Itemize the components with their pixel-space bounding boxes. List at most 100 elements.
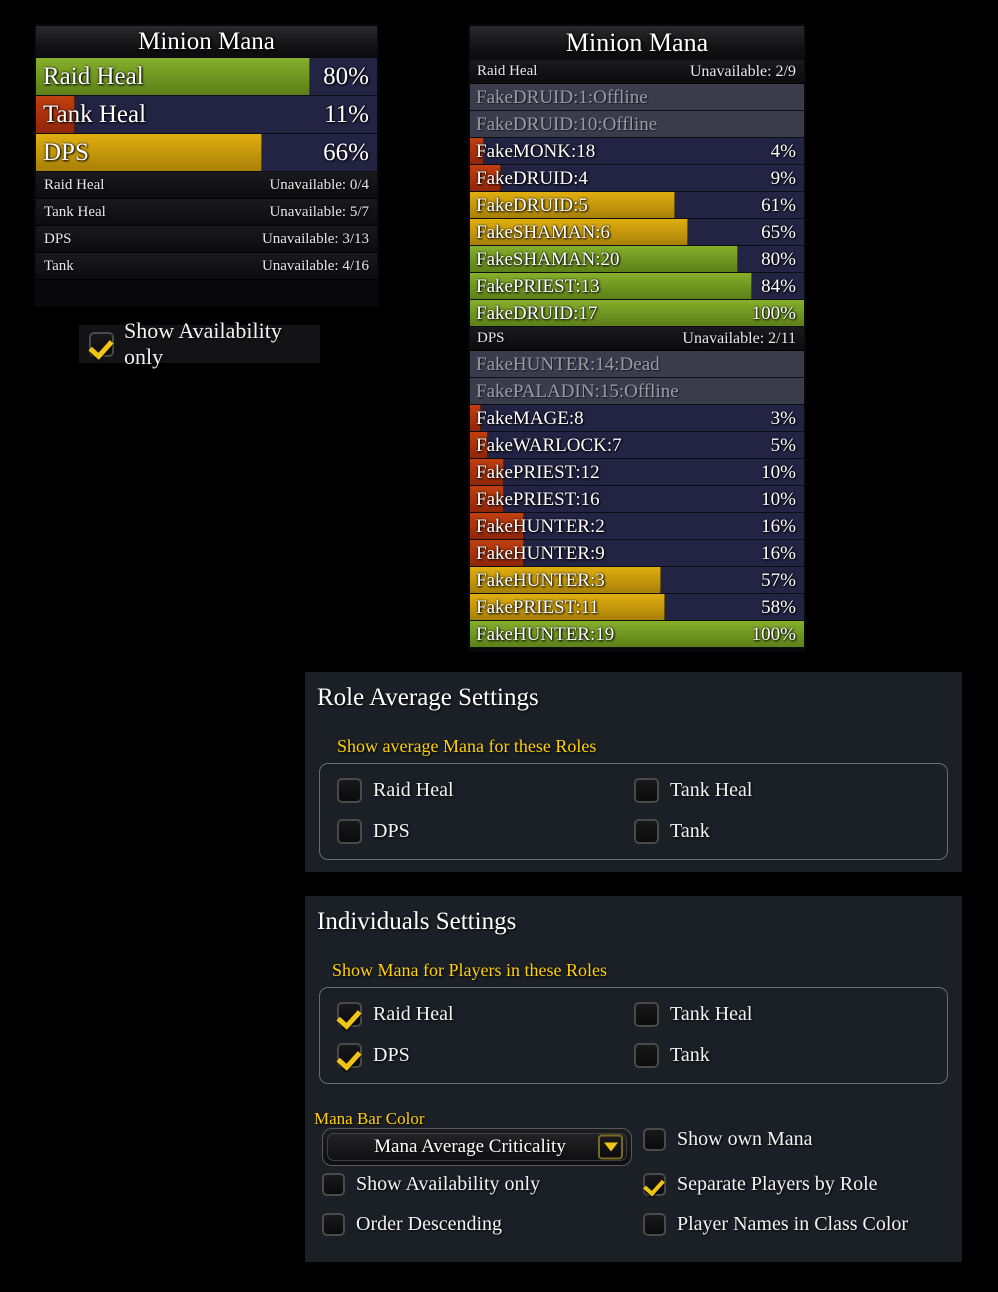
mana-bar-color-label: Mana Bar Color xyxy=(314,1109,425,1128)
role-unavailable: Raid Heal Unavailable: 0/4 xyxy=(36,172,377,199)
role-mana-bar-list: Raid Heal 80% Tank Heal 11% DPS 66% xyxy=(36,58,377,172)
role-unavailable-label: DPS xyxy=(44,231,72,247)
player-mana-window: Minion Mana Raid Heal Unavailable: 2/9 Fak… xyxy=(468,24,806,652)
role-mana-value: 11% xyxy=(324,101,369,128)
individuals-option-show-own-mana-checkbox[interactable] xyxy=(643,1128,666,1151)
role-average-dps-checkbox[interactable] xyxy=(337,819,362,844)
player-mana-label: FakeHUNTER:2 xyxy=(476,516,605,537)
player-mana-row[interactable]: FakeSHAMAN:6 65% xyxy=(470,219,804,246)
player-mana-value: 61% xyxy=(761,195,796,216)
player-mana-label: FakeSHAMAN:6 xyxy=(476,222,611,243)
player-mana-value: 5% xyxy=(770,435,796,456)
player-mana-value: 84% xyxy=(761,276,796,297)
role-average-dps-option[interactable]: DPS xyxy=(337,819,410,844)
role-unavailable-value: Unavailable: 0/4 xyxy=(269,177,369,193)
individuals-group-label: Show Mana for Players in these Roles xyxy=(332,960,607,980)
role-average-group-label: Show average Mana for these Roles xyxy=(337,736,597,756)
role-mana-row[interactable]: Raid Heal 80% xyxy=(36,58,377,96)
individuals-option-separate-players-by-role-option[interactable]: Separate Players by Role xyxy=(643,1173,878,1196)
role-average-raid-heal-label: Raid Heal xyxy=(373,779,454,801)
role-mana-row[interactable]: Tank Heal 11% xyxy=(36,96,377,134)
player-mana-label: FakeWARLOCK:7 xyxy=(476,435,622,456)
player-mana-value: 58% xyxy=(761,597,796,618)
mana-bar-color-selected-value: Mana Average Criticality xyxy=(374,1136,566,1157)
individuals-raid-heal-option[interactable]: Raid Heal xyxy=(337,1002,454,1027)
player-mana-row[interactable]: FakeHUNTER:9 16% xyxy=(470,540,804,567)
individuals-option-separate-players-by-role-checkbox[interactable] xyxy=(643,1173,666,1196)
player-mana-row[interactable]: FakeWARLOCK:7 5% xyxy=(470,432,804,459)
individuals-tank-option[interactable]: Tank xyxy=(634,1043,710,1068)
player-mana-row[interactable]: FakeMAGE:8 3% xyxy=(470,405,804,432)
role-unavailable: Tank Unavailable: 4/16 xyxy=(36,253,377,280)
player-section-header-value: Unavailable: 2/9 xyxy=(689,63,796,80)
individuals-option-show-availability-only-checkbox[interactable] xyxy=(322,1173,345,1196)
individuals-option-order-descending-checkbox[interactable] xyxy=(322,1213,345,1236)
individuals-dps-option[interactable]: DPS xyxy=(337,1043,410,1068)
player-mana-label: FakeDRUID:5 xyxy=(476,195,588,216)
individuals-dps-checkbox[interactable] xyxy=(337,1043,362,1068)
role-average-tank-heal-checkbox[interactable] xyxy=(634,778,659,803)
player-mana-label: FakePRIEST:16 xyxy=(476,489,600,510)
role-average-tank-label: Tank xyxy=(670,820,710,842)
role-average-settings-title: Role Average Settings xyxy=(317,684,539,711)
individuals-option-player-names-in-class-color-option[interactable]: Player Names in Class Color xyxy=(643,1213,908,1236)
individuals-tank-heal-checkbox[interactable] xyxy=(634,1002,659,1027)
role-average-dps-label: DPS xyxy=(373,820,410,842)
show-availability-only-checkbox[interactable] xyxy=(89,331,114,357)
player-mana-window-title: Minion Mana xyxy=(470,26,804,60)
player-mana-row[interactable]: FakePRIEST:13 84% xyxy=(470,273,804,300)
player-mana-value: 80% xyxy=(761,249,796,270)
player-mana-label: FakeMONK:18 xyxy=(476,141,596,162)
player-offline-row[interactable]: FakeDRUID:10:Offline xyxy=(470,111,804,138)
player-mana-value: 10% xyxy=(761,489,796,510)
player-mana-row-list: Raid Heal Unavailable: 2/9 FakeDRUID:1:Off… xyxy=(470,60,804,648)
chevron-down-icon[interactable] xyxy=(598,1134,623,1160)
role-mana-row[interactable]: DPS 66% xyxy=(36,134,377,172)
player-offline-row[interactable]: FakePALADIN:15:Offline xyxy=(470,378,804,405)
player-mana-label: FakeDRUID:4 xyxy=(476,168,588,189)
player-mana-row[interactable]: FakeHUNTER:2 16% xyxy=(470,513,804,540)
individuals-option-player-names-in-class-color-checkbox[interactable] xyxy=(643,1213,666,1236)
player-mana-value: 16% xyxy=(761,516,796,537)
player-offline-row[interactable]: FakeDRUID:1:Offline xyxy=(470,84,804,111)
player-mana-row[interactable]: FakeMONK:18 4% xyxy=(470,138,804,165)
role-average-raid-heal-checkbox[interactable] xyxy=(337,778,362,803)
individuals-option-show-availability-only-label: Show Availability only xyxy=(356,1173,541,1195)
role-average-tank-heal-label: Tank Heal xyxy=(670,779,753,801)
individuals-option-order-descending-option[interactable]: Order Descending xyxy=(322,1213,502,1236)
player-mana-label: FakePRIEST:11 xyxy=(476,597,599,618)
role-average-tank-checkbox[interactable] xyxy=(634,819,659,844)
individuals-dps-label: DPS xyxy=(373,1044,410,1066)
player-mana-row[interactable]: FakeDRUID:4 9% xyxy=(470,165,804,192)
individuals-option-separate-players-by-role-label: Separate Players by Role xyxy=(677,1173,878,1195)
individuals-option-show-availability-only-option[interactable]: Show Availability only xyxy=(322,1173,540,1196)
player-mana-row[interactable]: FakeDRUID:17 100% xyxy=(470,300,804,327)
player-mana-row[interactable]: FakeHUNTER:3 57% xyxy=(470,567,804,594)
player-mana-row[interactable]: FakeHUNTER:19 100% xyxy=(470,621,804,648)
player-mana-value: 4% xyxy=(770,141,796,162)
show-availability-only-label: Show Availability only xyxy=(124,318,282,369)
role-average-tank-option[interactable]: Tank xyxy=(634,819,710,844)
player-offline-row[interactable]: FakeHUNTER:14:Dead xyxy=(470,351,804,378)
player-mana-label: FakeMAGE:8 xyxy=(476,408,584,429)
individuals-option-player-names-in-class-color-label: Player Names in Class Color xyxy=(677,1213,909,1235)
individuals-tank-checkbox[interactable] xyxy=(634,1043,659,1068)
player-mana-row[interactable]: FakePRIEST:12 10% xyxy=(470,459,804,486)
individuals-settings-title: Individuals Settings xyxy=(317,908,517,935)
individuals-tank-heal-option[interactable]: Tank Heal xyxy=(634,1002,752,1027)
player-mana-row[interactable]: FakeDRUID:5 61% xyxy=(470,192,804,219)
show-availability-only-toggle[interactable]: Show Availability only xyxy=(79,318,320,369)
role-average-raid-heal-option[interactable]: Raid Heal xyxy=(337,778,454,803)
individuals-option-show-own-mana-option[interactable]: Show own Mana xyxy=(643,1128,813,1151)
player-section-header: DPS Unavailable: 2/11 xyxy=(470,327,804,351)
role-unavailable-list: Raid Heal Unavailable: 0/4 Tank Heal Unavai… xyxy=(36,172,377,280)
player-mana-row[interactable]: FakePRIEST:11 58% xyxy=(470,594,804,621)
role-average-tank-heal-option[interactable]: Tank Heal xyxy=(634,778,752,803)
individuals-raid-heal-checkbox[interactable] xyxy=(337,1002,362,1027)
role-mana-window-title: Minion Mana xyxy=(36,26,377,58)
player-mana-value: 100% xyxy=(751,624,796,645)
player-mana-row[interactable]: FakeSHAMAN:20 80% xyxy=(470,246,804,273)
player-mana-row[interactable]: FakePRIEST:16 10% xyxy=(470,486,804,513)
mana-bar-color-dropdown[interactable]: Mana Average Criticality xyxy=(322,1128,632,1166)
individuals-raid-heal-label: Raid Heal xyxy=(373,1003,454,1025)
